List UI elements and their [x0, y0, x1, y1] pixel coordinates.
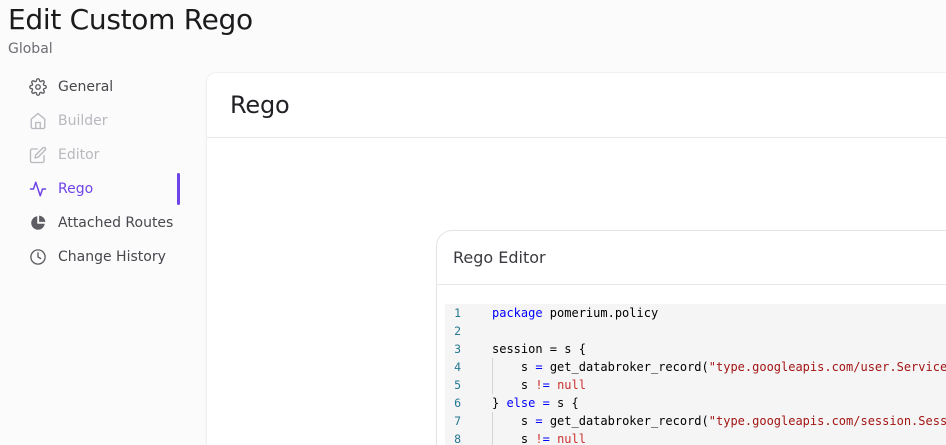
activity-icon	[28, 180, 47, 199]
clock-icon	[28, 248, 47, 267]
line-number: 8	[454, 432, 461, 445]
gear-icon	[28, 78, 47, 97]
section-title: Rego	[230, 91, 290, 119]
line-number: 6	[454, 396, 461, 410]
sidebar-item-label: General	[58, 79, 114, 95]
sidebar-item-general[interactable]: General	[0, 70, 206, 104]
sidebar-item-label: Change History	[58, 249, 166, 265]
rego-editor-card: Rego Editor 1 package pomerium.policy 2 3 se…	[436, 230, 946, 445]
code-line[interactable]: 3 session = s {	[445, 340, 946, 358]
line-number: 4	[454, 360, 461, 374]
code-line[interactable]: 4 s = get_databroker_record("type.google…	[445, 358, 946, 376]
sidebar-item-builder: Builder	[0, 104, 206, 138]
pie-chart-icon	[28, 214, 47, 233]
line-number: 1	[454, 306, 461, 320]
code-line[interactable]: 8 s != null	[445, 430, 946, 445]
indent-guide	[492, 412, 493, 430]
sidebar-item-editor: Editor	[0, 138, 206, 172]
sidebar-item-label: Rego	[58, 181, 94, 197]
code-text: s = get_databroker_record("type.googleap…	[492, 412, 946, 430]
sidebar-item-attached-routes[interactable]: Attached Routes	[0, 206, 206, 240]
sidebar: General Builder Editor Rego Attached Rou…	[0, 70, 206, 274]
home-icon	[28, 112, 47, 131]
active-item-indicator	[177, 173, 180, 205]
code-text: s = get_databroker_record("type.googleap…	[492, 358, 946, 376]
code-text: package pomerium.policy	[492, 306, 659, 320]
code-line[interactable]: 6 } else = s {	[445, 394, 946, 412]
code-text: } else = s {	[492, 396, 579, 410]
code-text: s != null	[492, 376, 586, 394]
code-lines: 1 package pomerium.policy 2 3 session = s { 4…	[445, 304, 946, 445]
editor-card-header: Rego Editor	[437, 231, 946, 285]
code-line[interactable]: 1 package pomerium.policy	[445, 304, 946, 322]
main-panel: Rego Rego Editor 1 package pomerium.polic…	[206, 72, 946, 445]
sidebar-item-rego[interactable]: Rego	[0, 172, 206, 206]
edit-icon	[28, 146, 47, 165]
editor-card-title: Rego Editor	[453, 248, 546, 267]
indent-guide	[492, 358, 493, 376]
code-text: s != null	[492, 430, 586, 445]
sidebar-item-label: Builder	[58, 113, 108, 129]
sidebar-item-change-history[interactable]: Change History	[0, 240, 206, 274]
indent-guide	[492, 430, 493, 445]
page-subtitle: Global	[8, 41, 53, 57]
indent-guide	[492, 376, 493, 394]
sidebar-item-label: Editor	[58, 147, 100, 163]
line-number: 5	[454, 378, 461, 392]
section-header: Rego	[207, 73, 946, 138]
code-line[interactable]: 7 s = get_databroker_record("type.google…	[445, 412, 946, 430]
code-line[interactable]: 2	[445, 322, 946, 340]
line-number: 2	[454, 324, 461, 338]
page-title: Edit Custom Rego	[8, 3, 253, 36]
code-line[interactable]: 5 s != null	[445, 376, 946, 394]
line-number: 7	[454, 414, 461, 428]
sidebar-item-label: Attached Routes	[58, 215, 174, 231]
rego-code-editor[interactable]: 1 package pomerium.policy 2 3 session = s { 4…	[445, 304, 946, 445]
line-number: 3	[454, 342, 461, 356]
code-text: session = s {	[492, 342, 586, 356]
